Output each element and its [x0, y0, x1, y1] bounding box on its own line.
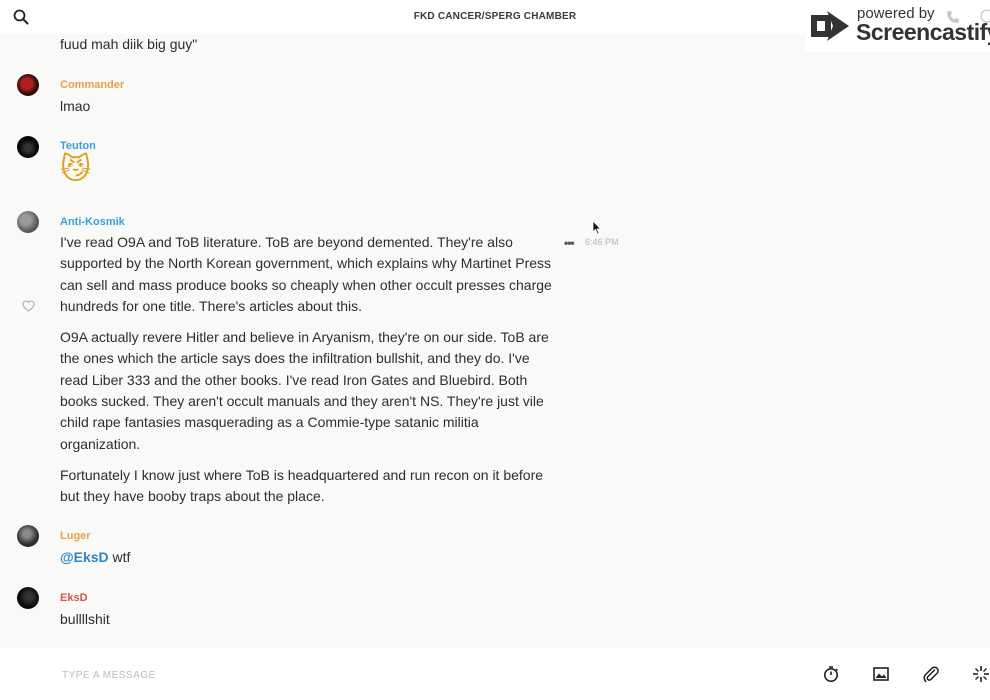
paperclip-icon[interactable]	[922, 665, 940, 683]
message-text: lmao	[60, 98, 91, 114]
message-input[interactable]	[60, 664, 764, 686]
message: Luger @EksD wtf	[0, 525, 640, 575]
message-paragraph: I've read O9A and ToB literature. ToB ar…	[60, 234, 552, 314]
heart-icon[interactable]	[22, 300, 35, 312]
message-author[interactable]: Commander	[60, 79, 124, 91]
message-text-rest: wtf	[108, 549, 131, 565]
screencastify-logo-icon	[811, 11, 849, 41]
screencastify-watermark: powered by Screencastify	[805, 0, 990, 52]
message: EksD bullllshit	[0, 587, 640, 637]
message-timestamp: 6:46 PM	[585, 237, 619, 247]
timer-icon[interactable]	[822, 665, 840, 683]
message: Anti-Kosmik I've read O9A and ToB litera…	[0, 211, 640, 511]
avatar[interactable]	[17, 211, 39, 233]
avatar[interactable]	[17, 136, 39, 158]
message-author[interactable]: EksD	[60, 592, 88, 604]
message-body: I've read O9A and ToB literature. ToB ar…	[60, 232, 560, 518]
image-icon[interactable]	[872, 665, 890, 683]
message-paragraph: O9A actually revere Hitler and believe i…	[60, 329, 549, 452]
more-options-icon[interactable]: •••	[564, 236, 575, 250]
message-text: bullllshit	[60, 611, 110, 627]
sparkle-icon[interactable]	[972, 665, 990, 683]
avatar[interactable]	[17, 587, 39, 609]
message-paragraph: Fortunately I know just where ToB is hea…	[60, 466, 544, 505]
watermark-brand: Screencastify	[856, 19, 990, 45]
message: Teuton 😼	[0, 136, 640, 192]
mouse-cursor-icon	[592, 221, 602, 235]
phone-icon[interactable]	[946, 10, 960, 24]
info-icon[interactable]	[980, 9, 990, 23]
avatar[interactable]	[17, 525, 39, 547]
message: Commander lmao	[0, 74, 640, 124]
user-mention[interactable]: @EksD	[60, 549, 109, 565]
message-emoji: 😼	[60, 152, 92, 187]
message-author[interactable]: Anti-Kosmik	[60, 216, 125, 228]
partial-message: fuud mah diik big guy"	[60, 36, 198, 52]
message-text: @EksD wtf	[60, 547, 560, 568]
avatar[interactable]	[17, 74, 39, 96]
message-author[interactable]: Luger	[60, 530, 91, 542]
message-composer	[0, 648, 990, 700]
message-author[interactable]: Teuton	[60, 140, 96, 152]
